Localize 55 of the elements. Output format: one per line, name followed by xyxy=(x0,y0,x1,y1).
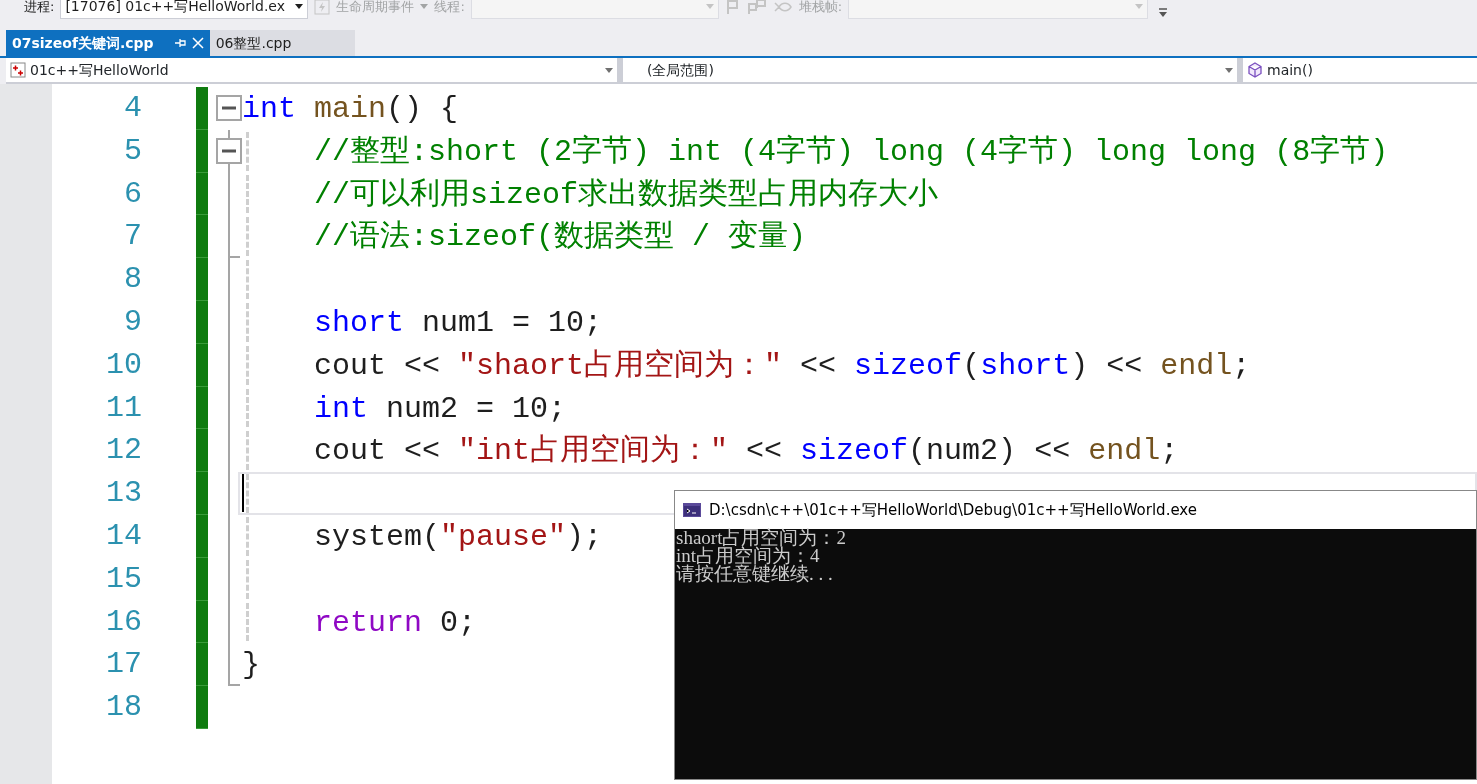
pin-icon xyxy=(173,37,186,49)
flags-icon xyxy=(746,0,767,15)
caret-icon xyxy=(605,67,613,73)
process-label: 进程: xyxy=(24,0,55,16)
line-number: 12 xyxy=(105,432,143,470)
caret-icon xyxy=(420,4,429,9)
caret-icon xyxy=(295,4,304,9)
line-number: 9 xyxy=(123,304,143,341)
project-icon xyxy=(10,62,26,78)
line-number: 11 xyxy=(105,389,143,427)
process-dropdown[interactable]: [17076] 01c++写HelloWorld.ex xyxy=(60,0,309,19)
line-number: 5 xyxy=(123,132,143,170)
code-line: short num1 = 10; xyxy=(313,306,603,340)
file-tab[interactable]: 07sizeof关键词.cpp xyxy=(6,30,210,56)
line-number: 15 xyxy=(105,560,143,598)
line-number: 4 xyxy=(123,90,143,127)
line-number: 17 xyxy=(105,646,143,684)
code-line: } xyxy=(242,648,260,683)
file-tab[interactable]: 06整型.cpp xyxy=(209,30,355,56)
console-output-line: 请按任意键继续. . . xyxy=(676,565,833,583)
code-line: system("pause"); xyxy=(313,519,603,554)
line-number: 7 xyxy=(123,218,143,256)
console-icon xyxy=(683,503,701,517)
code-line: cout << "shaort占用空间为：" << sizeof(short) << endl; xyxy=(313,348,1251,383)
collapse-icon[interactable] xyxy=(216,95,242,121)
line-number: 6 xyxy=(123,175,143,213)
line-number: 10 xyxy=(105,346,143,384)
console-output-line: int占用空间为：4 xyxy=(676,547,820,565)
line-number: 13 xyxy=(105,475,143,513)
lightning-icon xyxy=(314,0,331,15)
text-cursor xyxy=(242,474,244,513)
code-line: return 0; xyxy=(313,605,477,640)
caret-icon xyxy=(705,4,714,9)
caret-icon xyxy=(1135,4,1144,9)
code-line: //可以利用sizeof求出数据类型占用内存大小 xyxy=(313,177,939,212)
line-number: 18 xyxy=(105,689,143,727)
stack-frame-label: 堆栈帧: xyxy=(798,0,843,16)
code-line: int num2 = 10; xyxy=(313,391,567,426)
line-number: 14 xyxy=(105,517,143,555)
code-line: //整型:short (2字节) int (4字节) long (4字节) long long (8字节) xyxy=(313,134,1389,169)
line-number: 8 xyxy=(123,261,143,299)
close-icon xyxy=(191,37,204,49)
collapse-icon[interactable] xyxy=(216,137,242,164)
thread-label: 线程: xyxy=(434,0,465,16)
code-line: int main() { xyxy=(242,92,459,126)
line-number: 16 xyxy=(105,603,143,641)
caret-icon xyxy=(1225,67,1233,73)
member-dropdown[interactable]: main() xyxy=(1243,58,1317,82)
cube-icon xyxy=(1247,62,1263,78)
flag-icon xyxy=(724,0,741,15)
console-title: D:\csdn\c++\01c++写HelloWorld\Debug\01c++写HelloWorld.exe xyxy=(709,499,1197,521)
code-line: //语法:sizeof(数据类型 / 变量) xyxy=(313,220,807,255)
code-line: cout << "int占用空间为：" << sizeof(num2) << endl; xyxy=(313,434,1179,469)
overflow-icon xyxy=(1158,7,1169,18)
console-output-line: shaort占用空间为：2 xyxy=(676,529,846,547)
